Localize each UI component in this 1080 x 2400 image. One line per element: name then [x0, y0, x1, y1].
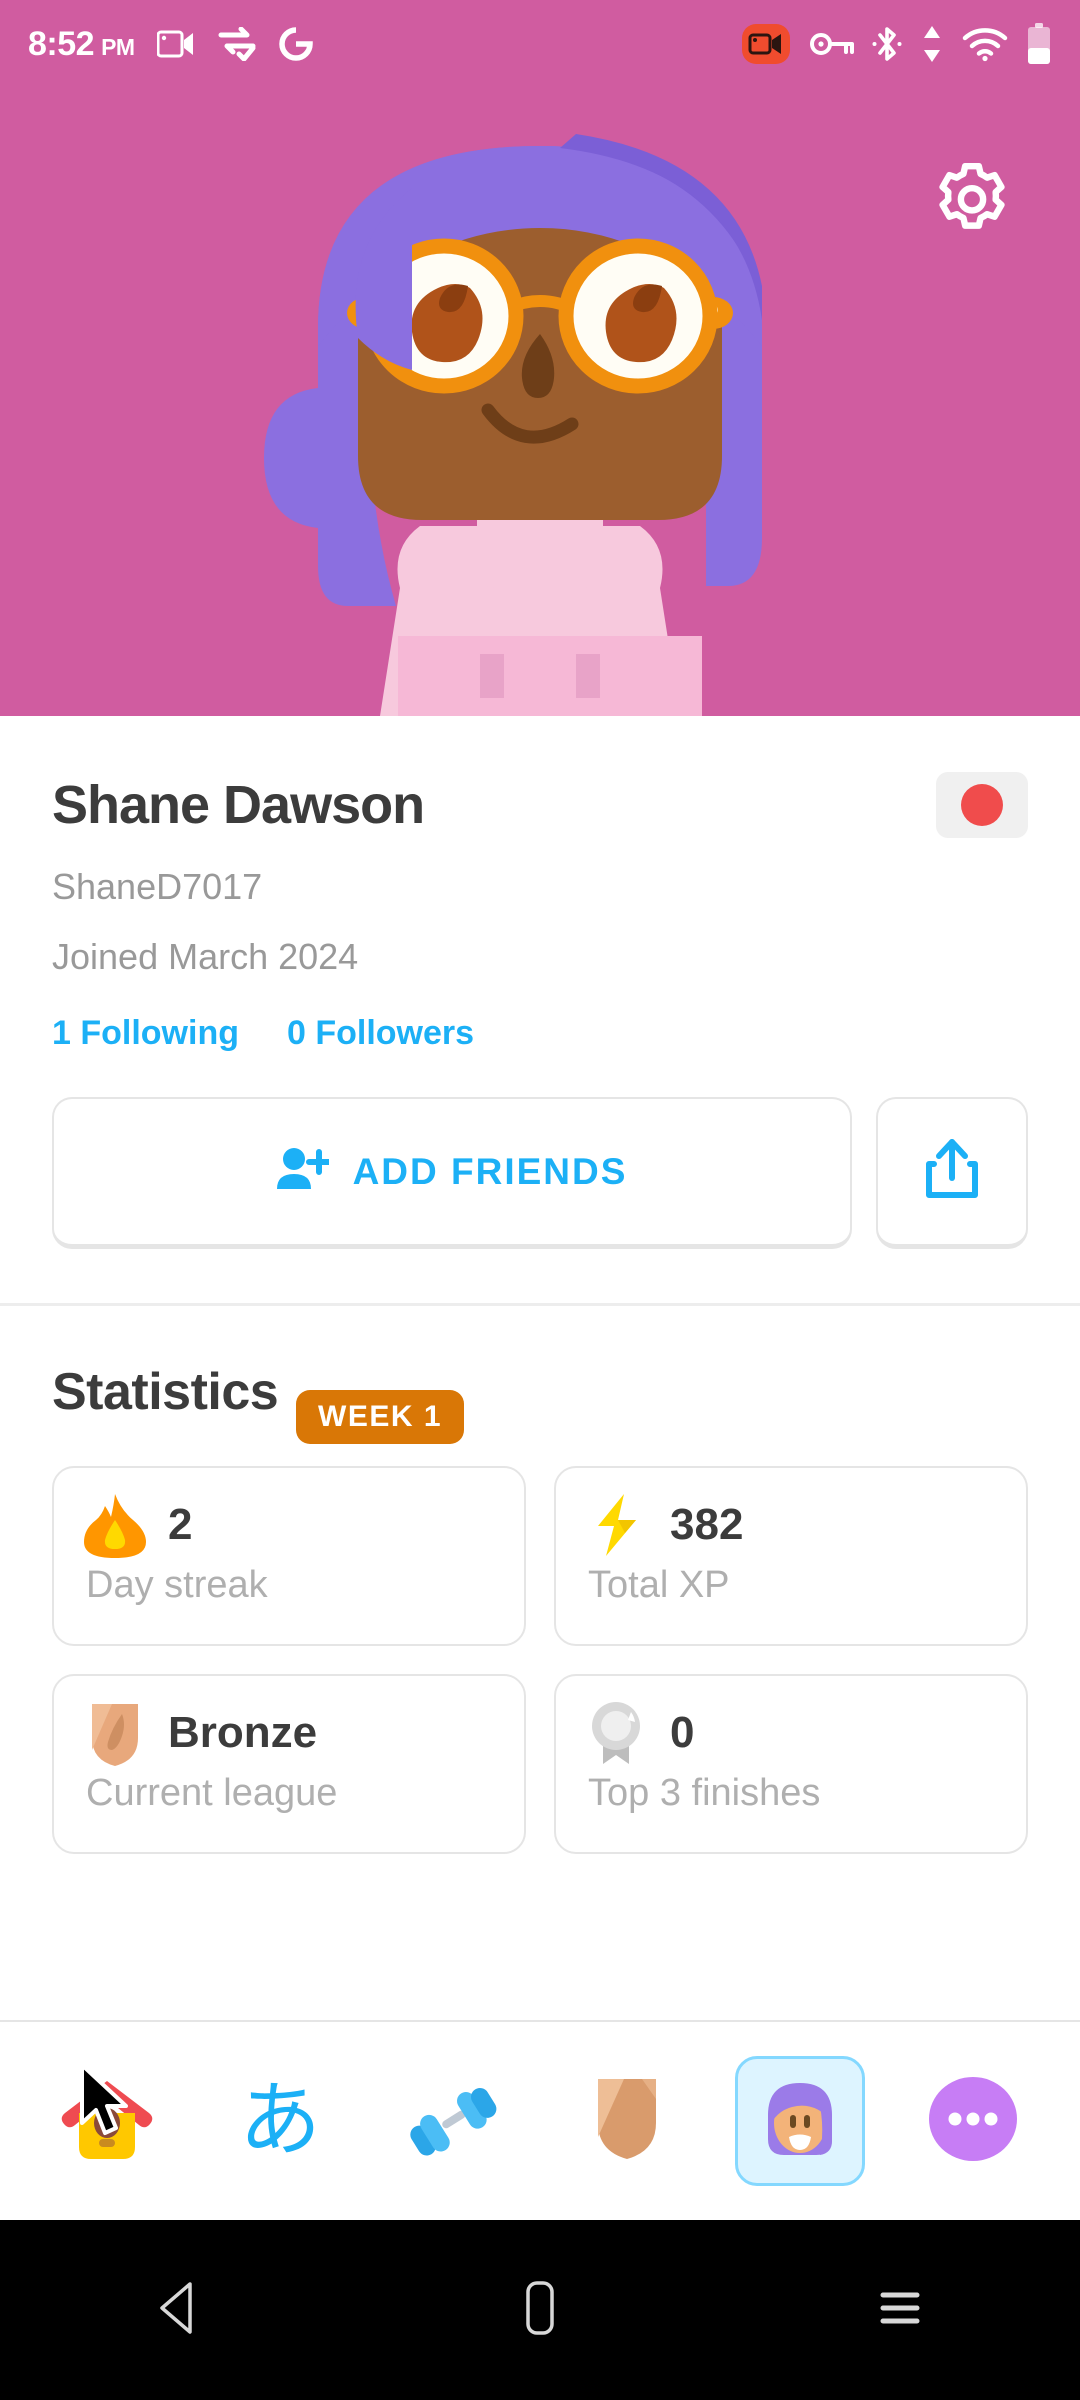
status-bar-clock: 8:52 PM: [28, 25, 135, 64]
bottom-navigation-bar: あ: [0, 2020, 1080, 2220]
stat-value: 382: [670, 1500, 744, 1549]
following-link[interactable]: 1 Following: [52, 1014, 239, 1053]
statistics-title: Statistics: [52, 1363, 279, 1421]
more-dots-icon: [927, 2073, 1019, 2170]
home-square-icon: [515, 2277, 565, 2344]
profile-avatar-illustration: [0, 88, 1080, 716]
followers-link[interactable]: 0 Followers: [287, 1014, 474, 1053]
dumbbell-icon: [403, 2074, 503, 2169]
clock-ampm: PM: [101, 33, 135, 60]
status-bar-right: [740, 23, 1052, 65]
share-icon: [924, 1138, 980, 1205]
stat-card-top: 2: [82, 1492, 496, 1558]
stat-label: Current league: [86, 1772, 338, 1814]
profile-info-section: Shane Dawson ShaneD7017 Joined March 202…: [0, 716, 1080, 1854]
stat-value: Bronze: [168, 1708, 318, 1757]
status-bar: 8:52 PM: [0, 0, 1080, 88]
stat-card-top: Bronze: [82, 1700, 496, 1766]
nav-item-alphabets[interactable]: あ: [215, 2056, 345, 2186]
follow-stats-row: 1 Following 0 Followers: [0, 978, 1080, 1053]
stat-card-total-xp[interactable]: 382 Total XP: [554, 1466, 1028, 1646]
clock-time: 8:52: [28, 24, 95, 63]
nav-item-leagues[interactable]: [562, 2056, 692, 2186]
wifi-icon: [962, 26, 1008, 62]
stat-card-day-streak[interactable]: 2 Day streak: [52, 1466, 526, 1646]
flame-icon: [82, 1492, 148, 1558]
mouse-cursor: [78, 2063, 138, 2143]
bronze-shield-icon: [82, 1700, 148, 1766]
android-system-nav: [0, 2220, 1080, 2400]
name-row: Shane Dawson: [0, 716, 1080, 838]
google-icon: [278, 27, 313, 61]
profile-avatar-icon: [752, 2071, 848, 2172]
statistics-grid: 2 Day streak 382 Total XP WEEK 1 Bronze …: [0, 1390, 1080, 1854]
nav-item-profile[interactable]: [734, 2056, 865, 2186]
share-profile-button[interactable]: [876, 1097, 1028, 1249]
vpn-key-icon: [810, 31, 854, 57]
stat-card-top: 382: [584, 1492, 998, 1558]
stat-value: 0: [670, 1708, 695, 1757]
display-name: Shane Dawson: [52, 775, 425, 835]
back-triangle-icon: [152, 2278, 208, 2343]
stat-card-top3-finishes[interactable]: 0 Top 3 finishes: [554, 1674, 1028, 1854]
status-bar-left: 8:52 PM: [28, 25, 313, 64]
profile-header-banner: 8:52 PM: [0, 0, 1080, 716]
japan-flag-icon: [961, 784, 1003, 826]
stat-card-top: 0: [584, 1700, 998, 1766]
stat-card-current-league[interactable]: Bronze Current league: [52, 1674, 526, 1854]
stat-label: Top 3 finishes: [588, 1772, 821, 1814]
stat-label: Day streak: [86, 1564, 268, 1606]
week-badge: WEEK 1: [296, 1390, 465, 1444]
data-transfer-check-icon: [217, 27, 257, 61]
username: ShaneD7017: [52, 866, 263, 907]
video-camera-icon: [156, 29, 195, 59]
bluetooth-icon: [872, 24, 902, 64]
nav-item-more[interactable]: [908, 2056, 1038, 2186]
nav-item-practice[interactable]: [388, 2056, 518, 2186]
data-transfer-icon: [920, 24, 944, 64]
medal-icon: [584, 1700, 650, 1766]
profile-action-buttons: ADD FRIENDS: [0, 1053, 1080, 1249]
add-friends-label: ADD FRIENDS: [352, 1150, 628, 1192]
back-button[interactable]: [120, 2250, 240, 2370]
bronze-shield-icon: [592, 2073, 662, 2170]
recents-button[interactable]: [840, 2250, 960, 2370]
lightning-bolt-icon: [584, 1492, 650, 1558]
add-friends-button[interactable]: ADD FRIENDS: [52, 1097, 852, 1249]
kana-a-icon: あ: [238, 2073, 321, 2168]
recents-hamburger-icon: [873, 2281, 927, 2340]
screen-record-icon: [740, 23, 792, 65]
joined-date: Joined March 2024: [52, 936, 359, 977]
home-button[interactable]: [480, 2250, 600, 2370]
battery-icon: [1026, 23, 1052, 65]
stat-label: Total XP: [588, 1564, 730, 1606]
country-flag-badge: [936, 772, 1028, 838]
add-person-icon: [276, 1145, 332, 1198]
stat-value: 2: [168, 1500, 193, 1549]
